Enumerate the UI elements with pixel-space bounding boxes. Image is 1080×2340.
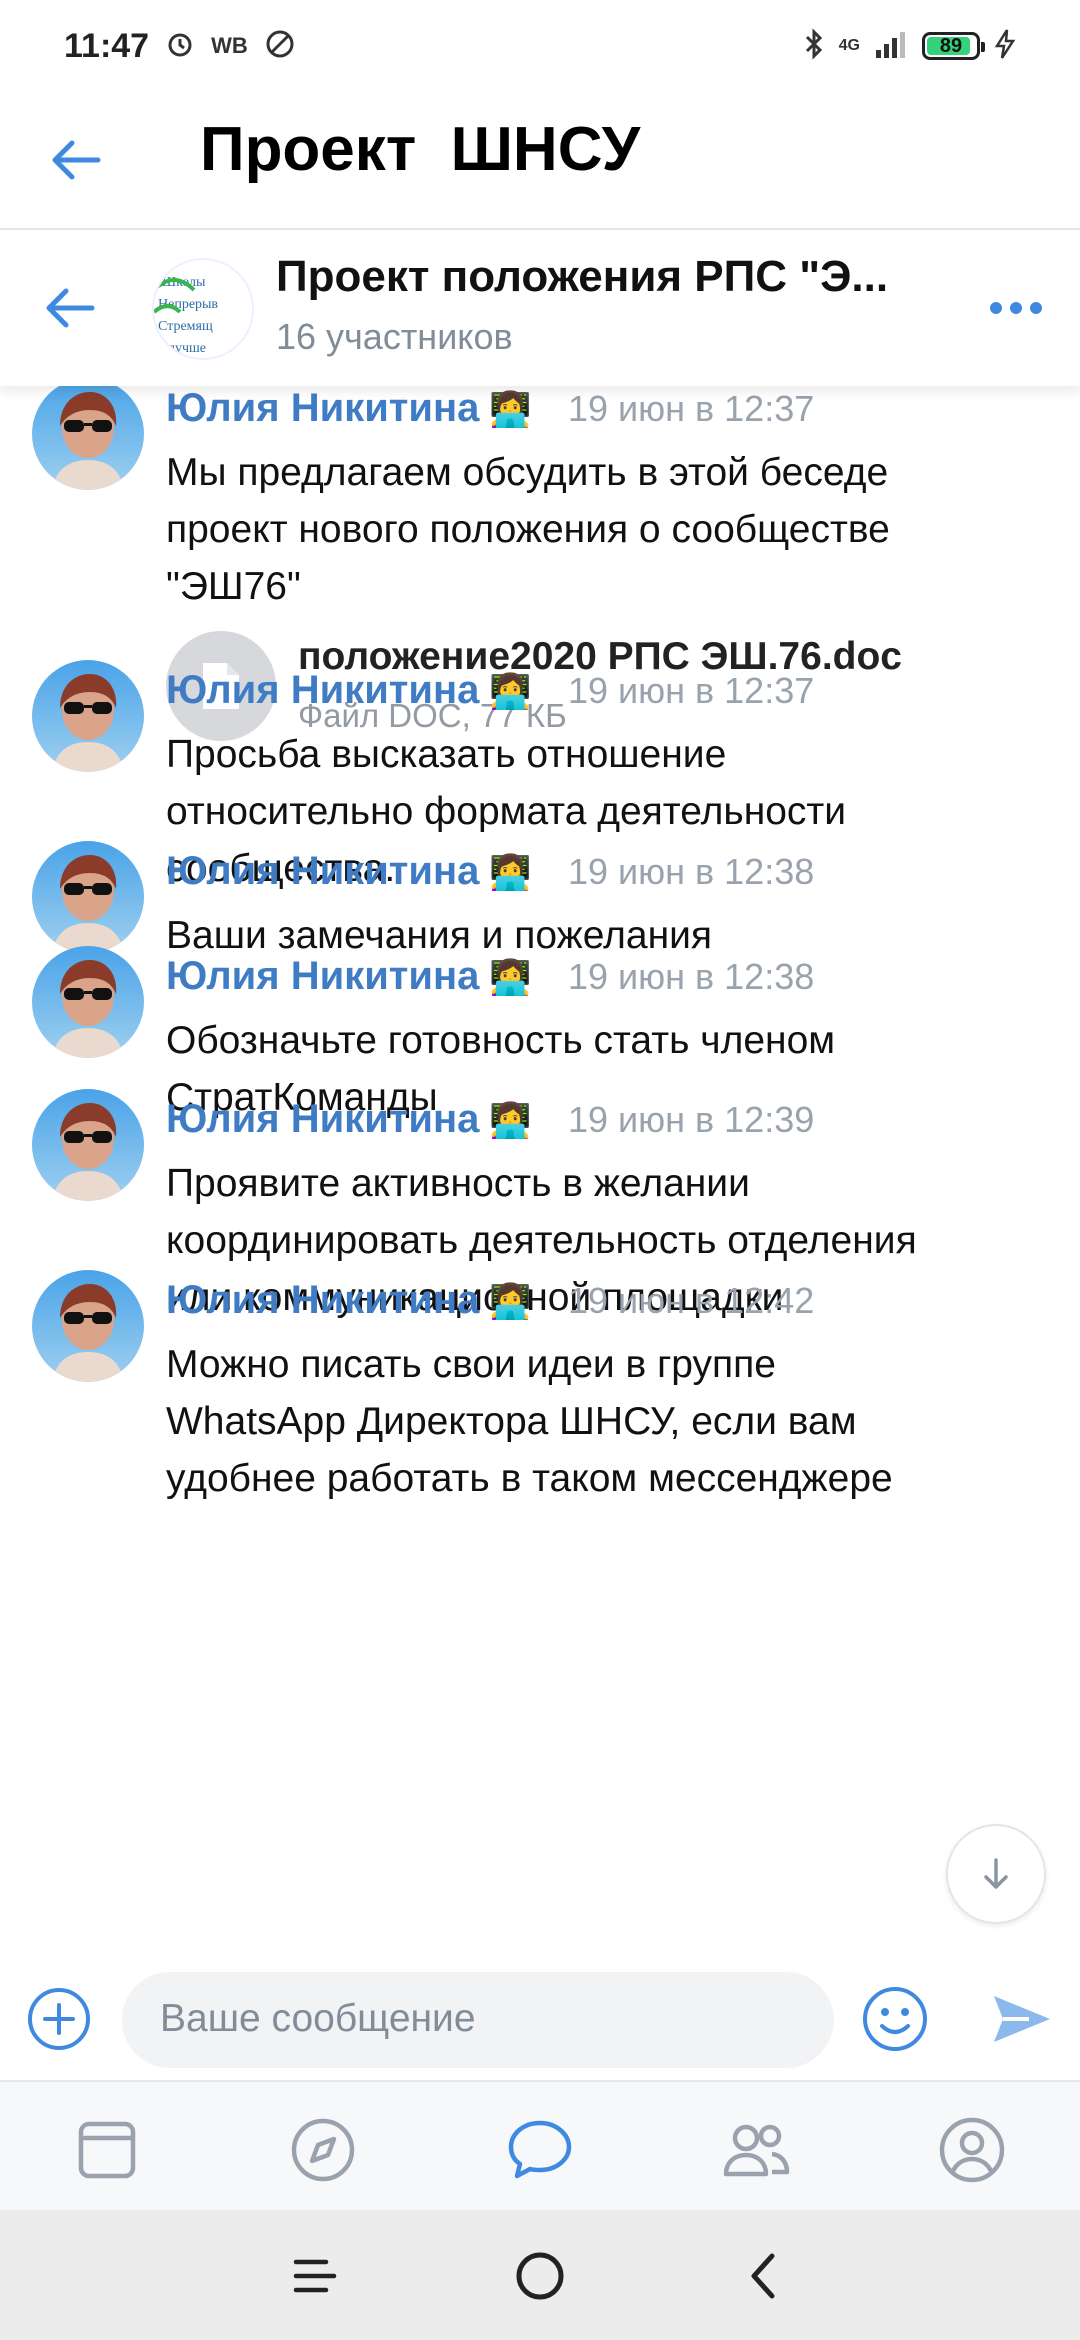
data-saver-icon — [264, 28, 296, 65]
message-list[interactable]: Юлия Никитина 👩‍💻 19 июн в 12:37 Мы предлаг… — [0, 386, 1080, 1956]
home-icon[interactable] — [510, 2246, 570, 2306]
emoji-icon[interactable] — [860, 1984, 930, 2054]
message-text-line: Можно писать свои идеи в группе — [166, 1343, 776, 1386]
bottom-navigation — [0, 2080, 1080, 2210]
status-time: 11:47 — [64, 26, 150, 65]
message-text-line: "ЭШ76" — [166, 565, 301, 608]
author-avatar[interactable] — [32, 660, 144, 772]
chat-members-count: 16 участников — [276, 316, 513, 357]
author-avatar[interactable] — [32, 1270, 144, 1382]
chat-header: Школы Непрерыв Стремящ лучше Проект поло… — [0, 230, 1080, 386]
system-back-icon[interactable] — [734, 2246, 794, 2306]
author-name[interactable]: Юлия Никитина 👩‍💻 — [166, 954, 532, 999]
author-avatar[interactable] — [32, 841, 144, 953]
svg-text:лучше: лучше — [168, 341, 206, 356]
alarm-icon — [165, 29, 195, 64]
message-timestamp: 19 июн в 12:38 — [568, 956, 815, 997]
message-text-line: WhatsApp Директора ШНСУ, если вам — [166, 1400, 857, 1443]
back-arrow-icon[interactable] — [46, 130, 106, 190]
author-emoji: 👩‍💻 — [489, 673, 532, 711]
news-icon[interactable] — [69, 2112, 145, 2188]
signal-icon — [874, 30, 908, 63]
author-emoji: 👩‍💻 — [489, 391, 532, 429]
author-name[interactable]: Юлия Никитина 👩‍💻 — [166, 386, 532, 431]
message-timestamp: 19 июн в 12:37 — [568, 670, 815, 711]
battery-indicator: 89 — [922, 32, 985, 60]
bluetooth-icon — [803, 27, 825, 65]
add-attachment-icon[interactable] — [26, 1986, 92, 2052]
message-timestamp: 19 июн в 12:38 — [568, 851, 815, 892]
author-emoji: 👩‍💻 — [489, 959, 532, 997]
author-avatar[interactable] — [32, 1089, 144, 1201]
app-header: Проект ШНСУ — [0, 92, 1080, 230]
author-name[interactable]: Юлия Никитина 👩‍💻 — [166, 1097, 532, 1142]
profile-icon[interactable] — [934, 2112, 1010, 2188]
message-text-line: Проявите активность в желании — [166, 1162, 750, 1205]
status-bar: 11:47 WB 4G 89 — [0, 0, 1080, 92]
charging-icon — [994, 28, 1016, 65]
author-avatar[interactable] — [32, 946, 144, 1058]
author-emoji: 👩‍💻 — [489, 1283, 532, 1321]
message-composer: Ваше сообщение — [0, 1956, 1080, 2080]
messages-icon[interactable] — [502, 2112, 578, 2188]
chat-avatar[interactable]: Школы Непрерыв Стремящ лучше — [152, 258, 254, 360]
discover-icon[interactable] — [285, 2112, 361, 2188]
message-timestamp: 19 июн в 12:39 — [568, 1099, 815, 1140]
message-text-line: относительно формата деятельности — [166, 790, 847, 833]
message-text-line: проект нового положения о сообществе — [166, 508, 890, 551]
arrow-down-icon — [984, 1858, 1008, 1889]
author-emoji: 👩‍💻 — [489, 854, 532, 892]
chat-title[interactable]: Проект положения РПС "Э... — [276, 252, 936, 302]
system-navigation — [0, 2210, 1080, 2340]
author-name[interactable]: Юлия Никитина 👩‍💻 — [166, 1278, 532, 1323]
message-input-placeholder: Ваше сообщение — [160, 1997, 476, 2040]
send-icon[interactable] — [988, 1986, 1054, 2052]
message-input[interactable]: Ваше сообщение — [122, 1972, 834, 2068]
author-name[interactable]: Юлия Никитина 👩‍💻 — [166, 849, 532, 894]
message-timestamp: 19 июн в 12:37 — [568, 388, 815, 429]
message-text-line: Обозначьте готовность стать членом — [166, 1019, 836, 1062]
more-options-icon[interactable] — [990, 292, 1046, 324]
scroll-down-button[interactable] — [946, 1824, 1046, 1924]
friends-icon[interactable] — [718, 2112, 794, 2188]
message-text-line: Просьба высказать отношение — [166, 733, 727, 776]
message-text-line: координировать деятельность отделения — [166, 1219, 917, 1262]
chat-back-arrow-icon[interactable] — [40, 278, 100, 338]
message-text-line: Мы предлагаем обсудить в этой беседе — [166, 451, 889, 494]
carrier-badge: WB — [211, 33, 248, 58]
svg-text:Стремящ: Стремящ — [158, 319, 213, 334]
network-type: 4G — [838, 37, 860, 54]
message-timestamp: 19 июн в 12:42 — [568, 1280, 815, 1321]
author-emoji: 👩‍💻 — [489, 1102, 532, 1140]
author-avatar[interactable] — [32, 386, 144, 490]
page-title: Проект ШНСУ — [200, 115, 641, 184]
author-name[interactable]: Юлия Никитина 👩‍💻 — [166, 668, 532, 713]
message-text-line: удобнее работать в таком мессенджере — [166, 1457, 893, 1500]
menu-icon[interactable] — [286, 2246, 346, 2306]
